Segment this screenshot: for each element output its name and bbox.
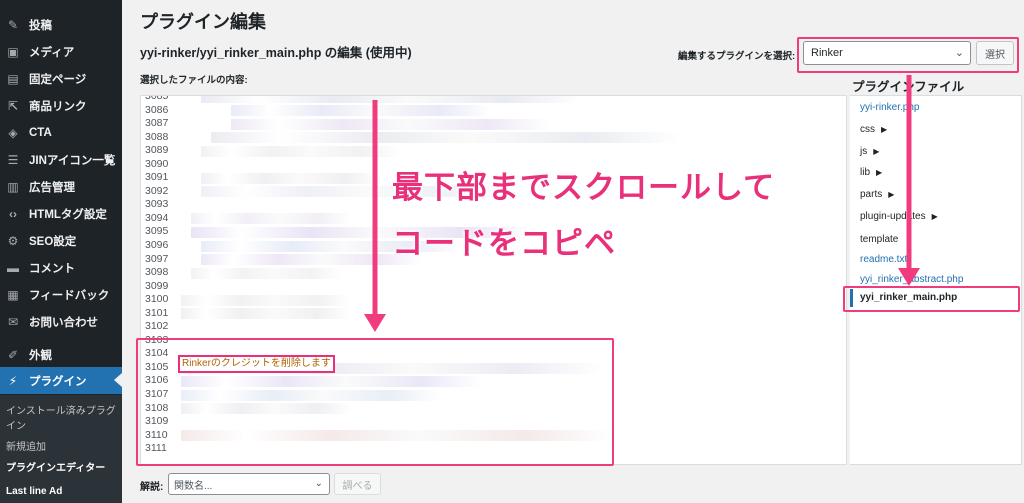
annotation-text-scroll: 最下部までスクロールして bbox=[392, 170, 776, 205]
arrow-head-file bbox=[898, 268, 920, 286]
arrow-head-down bbox=[364, 314, 386, 332]
annotation-text-copy: コードをコピペ bbox=[392, 226, 616, 261]
